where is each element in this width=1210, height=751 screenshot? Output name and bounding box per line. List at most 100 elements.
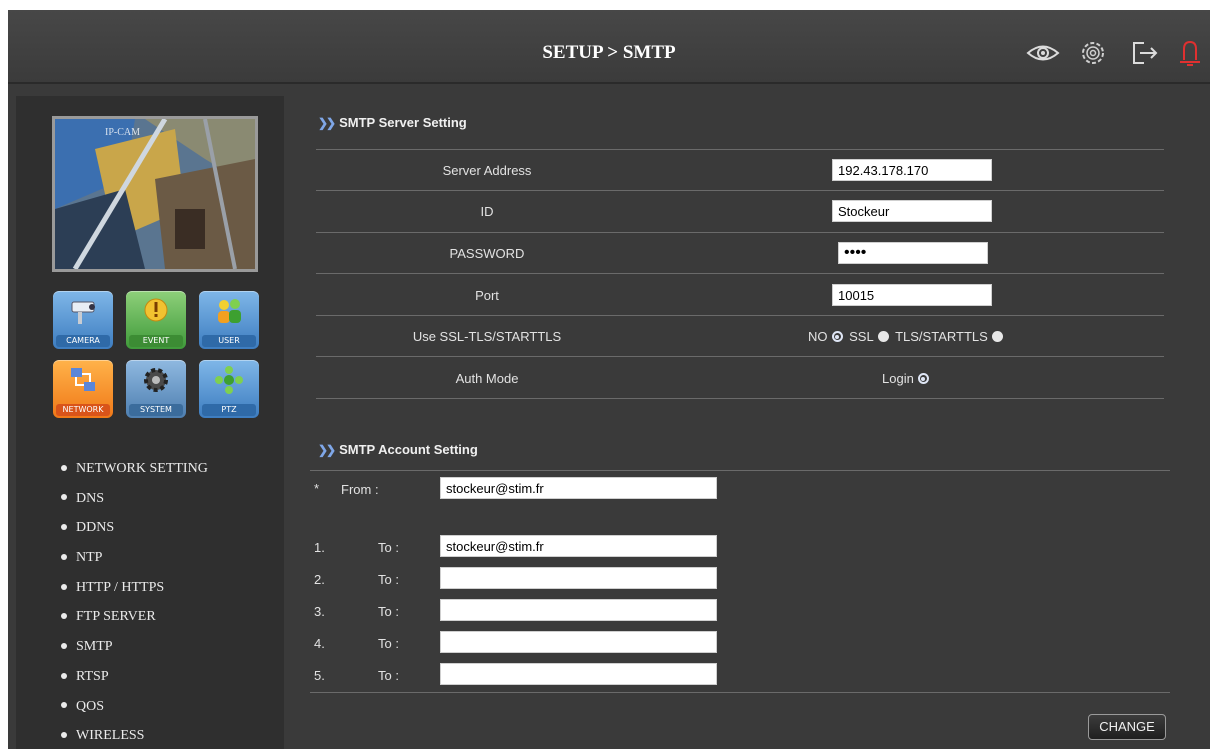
divider [310,470,1170,471]
system-gear-icon [144,368,168,392]
to-input-4[interactable] [440,631,717,653]
menu-item-label: FTP SERVER [76,609,156,625]
id-label: ID [480,204,494,219]
event-icon [144,298,168,322]
server-section-heading: ❯❯ SMTP Server Setting [318,115,467,130]
bullet [61,553,67,560]
auth-option-login-label: Login [882,371,914,386]
to-input-1[interactable] [440,535,717,557]
eye-icon[interactable] [1026,38,1060,68]
menu-item-label: SMTP [76,639,113,655]
bullet [61,494,67,501]
from-label: From : [341,482,379,497]
bullet [61,672,67,679]
ptz-button-label: PTZ [202,404,256,416]
ssl-option-no-radio[interactable] [831,331,843,343]
menu-item-qos[interactable]: QOS [61,692,208,722]
menu-item-ftp-server[interactable]: FTP SERVER [61,602,208,632]
chevron-right-icon: ❯❯ [318,116,336,130]
menu-item-ntp[interactable]: NTP [61,543,208,573]
bullet [61,524,67,531]
network-icon [71,368,95,391]
gear-icon[interactable] [1078,38,1108,68]
ssl-option-ssl-radio[interactable] [877,331,889,343]
auth-option-login-radio[interactable] [917,373,929,385]
chevron-right-icon: ❯❯ [318,443,336,457]
auth-mode-options: Login [882,371,932,386]
bullet [61,731,67,738]
to-label: To : [378,668,399,683]
menu-item-smtp[interactable]: SMTP [61,632,208,662]
menu-item-label: NTP [76,550,103,566]
bullet [61,613,67,620]
change-button[interactable]: CHANGE [1088,714,1166,740]
menu-item-http-https[interactable]: HTTP / HTTPS [61,573,208,603]
menu-item-label: RTSP [76,668,109,684]
menu-item-wireless[interactable]: WIRELESS [61,721,208,751]
logout-icon[interactable] [1130,38,1160,68]
divider [316,356,1164,357]
divider [316,232,1164,233]
server-section-title: SMTP Server Setting [339,115,467,130]
id-input[interactable] [832,200,992,222]
menu-item-label: NETWORK SETTING [76,461,208,476]
menu-item-dns[interactable]: DNS [61,484,208,514]
bullet [61,642,67,649]
recipient-number: 1. [314,540,325,555]
camera-button-label: CAMERA [56,335,110,347]
sidebar: IP-CAM CAMERA EVENT USER NETWORK SYSTEM … [16,96,284,749]
network-button[interactable]: NETWORK [53,360,113,418]
network-button-label: NETWORK [56,404,110,416]
preview-overlay-text: IP-CAM [105,127,141,138]
camera-preview[interactable]: IP-CAM [52,116,258,272]
user-icon [218,299,241,323]
account-section-title: SMTP Account Setting [339,442,478,457]
menu-item-label: WIRELESS [76,728,145,744]
ptz-button[interactable]: PTZ [199,360,259,418]
camera-button[interactable]: CAMERA [53,291,113,349]
event-button-label: EVENT [129,335,183,347]
menu-item-ddns[interactable]: DDNS [61,513,208,543]
port-label: Port [475,288,499,303]
menu-item-label: HTTP / HTTPS [76,579,165,595]
system-button-label: SYSTEM [129,404,183,416]
password-input[interactable] [838,242,988,264]
port-input[interactable] [832,284,992,306]
to-label: To : [378,540,399,555]
to-input-3[interactable] [440,599,717,621]
divider [316,273,1164,274]
recipient-number: 4. [314,636,325,651]
recipient-number: 3. [314,604,325,619]
to-input-2[interactable] [440,567,717,589]
password-label: PASSWORD [449,246,525,261]
from-input[interactable] [440,477,717,499]
user-button[interactable]: USER [199,291,259,349]
alarm-bell-icon[interactable] [1176,38,1206,68]
ssl-label: Use SSL-TLS/STARTTLS [412,329,562,344]
camera-icon [71,301,95,324]
bullet [61,464,67,471]
to-label: To : [378,636,399,651]
recipient-number: 5. [314,668,325,683]
to-input-5[interactable] [440,663,717,685]
bullet [61,583,67,590]
top-bar: SETUP > SMTP [8,10,1210,84]
ssl-option-ssl-label: SSL [849,329,874,344]
user-button-label: USER [202,335,256,347]
menu-item-label: QOS [76,698,105,714]
event-button[interactable]: EVENT [126,291,186,349]
ptz-icon [215,366,243,394]
auth-mode-label: Auth Mode [455,371,519,386]
divider [316,149,1164,150]
system-button[interactable]: SYSTEM [126,360,186,418]
menu-item-network-setting[interactable]: NETWORK SETTING [61,454,208,484]
menu-item-rtsp[interactable]: RTSP [61,662,208,692]
to-label: To : [378,604,399,619]
ssl-option-tls-radio[interactable] [991,331,1003,343]
server-address-label: Server Address [442,163,532,178]
bullet [61,702,67,709]
divider [310,692,1170,693]
divider [316,315,1164,316]
server-address-input[interactable] [832,159,992,181]
account-section-heading: ❯❯ SMTP Account Setting [318,442,478,457]
